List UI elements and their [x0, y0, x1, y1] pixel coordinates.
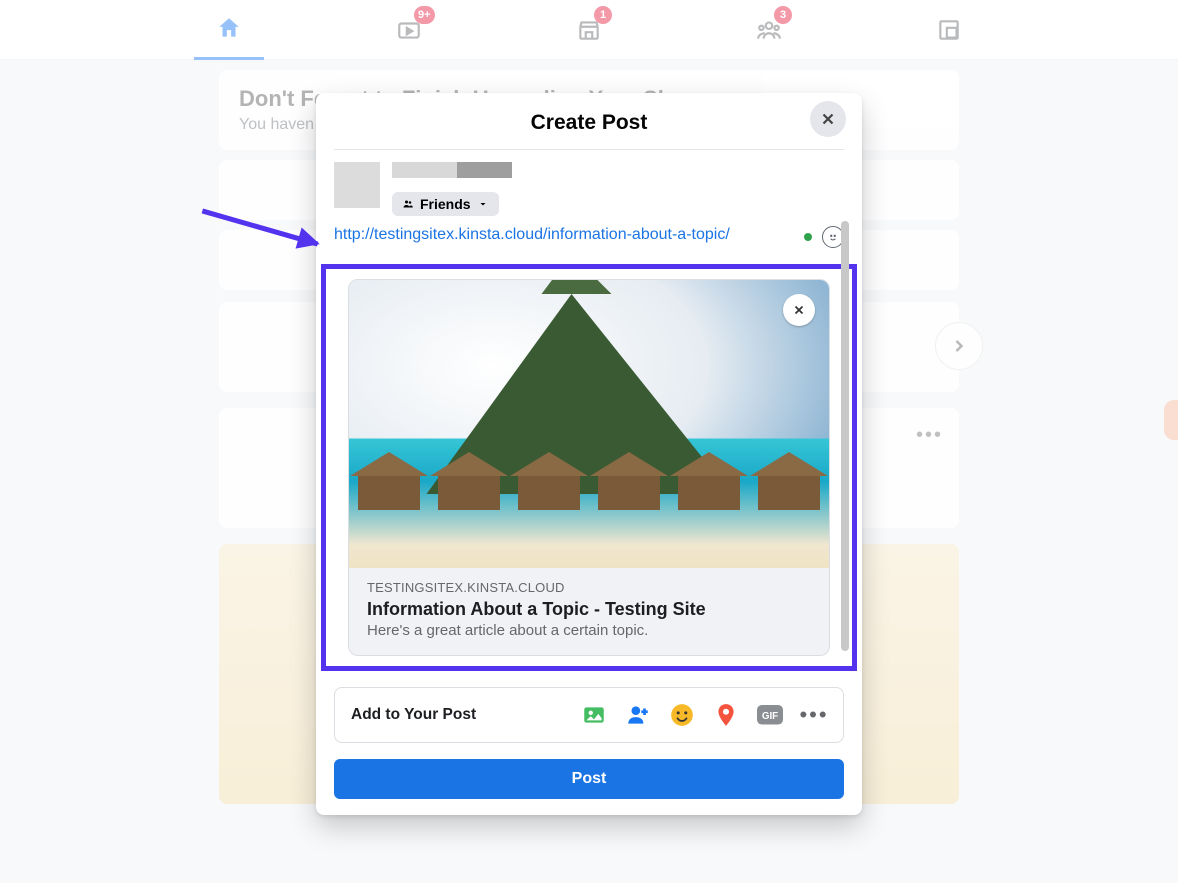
check-in-button[interactable]: [713, 702, 739, 728]
link-preview-image: [349, 280, 829, 568]
caret-down-icon: [477, 198, 489, 210]
tag-people-button[interactable]: [625, 702, 651, 728]
compose-text-row[interactable]: http://testingsitex.kinsta.cloud/informa…: [316, 216, 862, 254]
link-preview-highlight: TESTINGSITEX.KINSTA.CLOUD Information Ab…: [321, 264, 857, 671]
photo-icon: [581, 702, 607, 728]
post-button[interactable]: Post: [334, 759, 844, 799]
link-preview-domain: TESTINGSITEX.KINSTA.CLOUD: [367, 580, 811, 595]
status-dot: [804, 233, 812, 241]
more-options-button[interactable]: •••: [801, 702, 827, 728]
smiley-icon: [826, 230, 840, 244]
remove-preview-button[interactable]: [783, 294, 815, 326]
user-name-redacted: [392, 162, 512, 178]
link-preview-title: Information About a Topic - Testing Site: [367, 599, 811, 620]
close-icon: [792, 303, 806, 317]
modal-close-button[interactable]: [810, 101, 846, 137]
user-avatar: [334, 162, 380, 208]
composer-user-row: Friends: [316, 150, 862, 216]
more-icon: •••: [799, 702, 828, 728]
scrollbar[interactable]: [841, 221, 849, 651]
tag-person-icon: [625, 702, 651, 728]
add-to-post-bar: Add to Your Post GIF •••: [334, 687, 844, 743]
modal-header: Create Post: [334, 93, 844, 150]
gif-button[interactable]: GIF: [757, 702, 783, 728]
compose-url-text[interactable]: http://testingsitex.kinsta.cloud/informa…: [334, 226, 794, 244]
link-preview-meta: TESTINGSITEX.KINSTA.CLOUD Information Ab…: [349, 568, 829, 655]
modal-title: Create Post: [334, 111, 844, 135]
close-icon: [819, 110, 837, 128]
audience-label: Friends: [420, 196, 471, 212]
gif-icon: GIF: [757, 705, 783, 725]
location-icon: [713, 702, 739, 728]
audience-selector[interactable]: Friends: [392, 192, 499, 216]
link-preview-card[interactable]: TESTINGSITEX.KINSTA.CLOUD Information Ab…: [348, 279, 830, 656]
link-preview-desc: Here's a great article about a certain t…: [367, 622, 811, 639]
add-to-post-label: Add to Your Post: [351, 706, 476, 724]
feeling-icon: [669, 702, 695, 728]
post-button-label: Post: [572, 770, 607, 788]
svg-text:GIF: GIF: [762, 711, 778, 722]
feeling-button[interactable]: [669, 702, 695, 728]
friends-icon: [402, 198, 414, 210]
create-post-modal: Create Post Friends http://testingsitex.…: [316, 93, 862, 815]
photo-video-button[interactable]: [581, 702, 607, 728]
